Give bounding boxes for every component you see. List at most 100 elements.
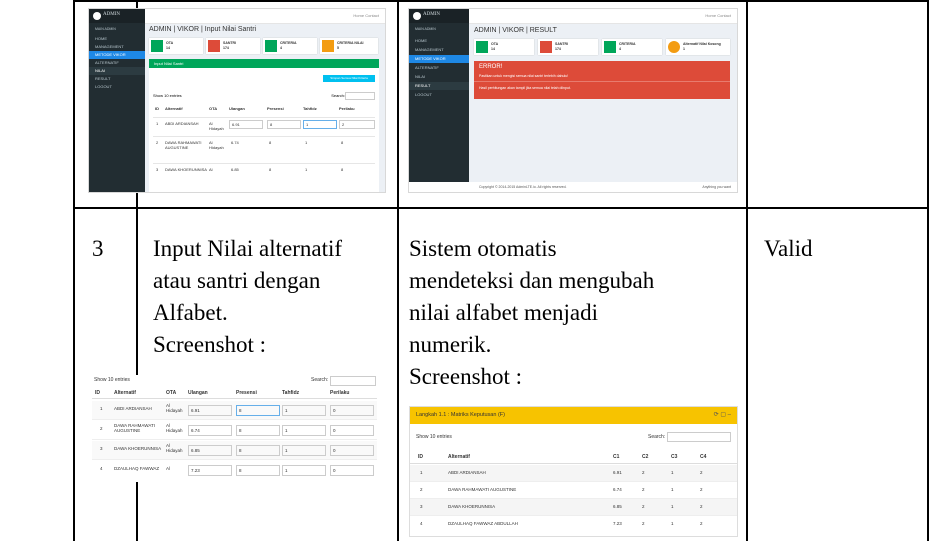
expected-line: numerik. (409, 332, 492, 357)
page-title: ADMIN | VIKOR | Input Nilai Santri (149, 26, 257, 33)
error-note: Hasil perhitungan akan tampil jika semua… (479, 86, 571, 90)
table-row: 1 ABDI ARDIANSAH 6.91 2 1 2 (410, 465, 737, 482)
search-label: Search: (311, 377, 329, 383)
sidebar-item-management[interactable]: MANAGEMENT (409, 46, 469, 54)
logo-text: ADMIN (103, 12, 120, 17)
table-row: 2 DAWA RAHMAWATI AUGUSTINE Al Hidayah 6.74… (153, 136, 375, 155)
error-title: ERROR! (479, 64, 503, 70)
top-navbar: Home Contact (469, 9, 737, 24)
info-box-ota: OTA 14 (474, 39, 534, 55)
info-box-santri: SANTRI 174 (206, 38, 260, 54)
search-input[interactable] (330, 376, 376, 386)
logo-text: ADMIN (423, 12, 440, 17)
table-row: 3 DAWA KHOERUNNISA 6.85 2 1 2 (410, 499, 737, 516)
info-box-empty-values: Alternatif Nilai Kosong 1 (666, 39, 730, 55)
expected-line: mendeteksi dan mengubah (409, 268, 655, 293)
result-status: Valid (764, 236, 813, 261)
sidebar-item-logout[interactable]: LOGOUT (409, 91, 469, 99)
table-row: 4 DZAULHAQ FAWWAZ Al 7.23 8 1 0 (92, 461, 377, 482)
test-case-line: Screenshot : (153, 332, 267, 357)
table-row: 3 DAWA KHOERUNNISA Al Hidayah 6.85 8 1 0 (92, 441, 377, 460)
save-all-button[interactable]: Simpan Semua Nilai Kriteria (323, 75, 375, 82)
sidebar-item-result[interactable]: RESULT (89, 75, 145, 83)
table-row: 2 DAWA RAHMAWATI AUGUSTINE Al Hidayah 6.74… (92, 421, 377, 440)
top-navbar: Home Contact (145, 9, 385, 24)
top-links[interactable]: Home Contact (353, 13, 379, 18)
test-case-line: Input Nilai alternatif (153, 236, 343, 261)
table-row: 3 DAWA KHOERUNNISA Al 6.85 8 1 8 (153, 163, 375, 182)
sidebar-item-nilai[interactable]: NILAI (409, 73, 469, 81)
error-message: Pastikan untuk mengisi semua nilai santr… (479, 74, 569, 78)
search-input[interactable] (667, 432, 731, 442)
screenshot-result-error: ADMIN MAIN ADMIN HOME MANAGEMENT METODE … (408, 8, 738, 193)
list-icon (604, 41, 616, 53)
table-row: 2 DAWA RAHMAWATI AUGUSTINE 6.74 2 1 2 (410, 482, 737, 499)
table-border-left (73, 0, 75, 541)
users-icon (208, 40, 220, 52)
logo-icon (93, 12, 101, 20)
sidebar-item-alternatif[interactable]: ALTERNATIF (89, 59, 145, 67)
matrix-header-bar: Langkah 1.1 : Matriks Keputusan (F) ⟳ ▢ … (410, 407, 737, 424)
list-icon (265, 40, 277, 52)
table-row: 1 ABDI ARDIANSAH Al Hidayah 6.91 8 1 0 (92, 401, 377, 420)
info-box-santri: SANTRI 174 (538, 39, 598, 55)
column-divider-2 (397, 0, 399, 541)
table-header: ID Alternatif OTA Ulangan Presensi Tahfidz Per… (155, 106, 355, 111)
users-icon (540, 41, 552, 53)
show-entries[interactable]: Show 10 entries (94, 377, 130, 383)
logo-icon (413, 12, 421, 20)
search-input[interactable] (345, 92, 375, 100)
sidebar: ADMIN MAIN ADMIN HOME MANAGEMENT METODE … (409, 9, 469, 192)
sidebar-item-vikor[interactable]: METODE VIKOR (89, 51, 145, 59)
panel-title: Input Nilai Santri (149, 59, 379, 68)
panel-tools-icon[interactable]: ⟳ ▢ – (714, 411, 731, 418)
minus-circle-icon (668, 41, 680, 53)
row-number: 3 (92, 236, 104, 261)
sidebar-item-vikor[interactable]: METODE VIKOR (409, 55, 469, 63)
search-label: Search: (648, 434, 666, 440)
expected-line: Screenshot : (409, 364, 523, 389)
sidebar-header: MAIN ADMIN (95, 27, 116, 31)
page-title: ADMIN | VIKOR | RESULT (474, 27, 557, 34)
sidebar-item-home[interactable]: HOME (409, 37, 469, 45)
expected-line: nilai alfabet menjadi (409, 300, 599, 325)
sort-icon (322, 40, 334, 52)
top-links[interactable]: Home Contact (705, 13, 731, 18)
home-icon (151, 40, 163, 52)
table-row: 4 DZAULHAQ FAWWAZ ABDULLAH 7.23 2 1 2 (420, 521, 703, 526)
info-box-criteria-nilai: CRITERIA NILAI 5 (320, 38, 378, 54)
info-box-ota: OTA 14 (149, 38, 203, 54)
info-box-criteria: CRITERIA 4 (263, 38, 317, 54)
sidebar-item-result[interactable]: RESULT (409, 82, 469, 90)
sidebar-item-logout[interactable]: LOGOUT (89, 83, 145, 91)
sidebar-item-home[interactable]: HOME (89, 35, 145, 43)
table-header: ID Alternatif C1 C2 C3 C4 (410, 450, 737, 464)
home-icon (476, 41, 488, 53)
column-divider-3 (746, 0, 748, 541)
search-label: Search: (331, 93, 345, 98)
footer: Copyright © 2014-2015 AdminLTE.io. All r… (409, 182, 737, 192)
sidebar-header: MAIN ADMIN (415, 27, 436, 31)
footer-copyright: Copyright © 2014-2015 AdminLTE.io. All r… (479, 185, 567, 189)
footer-right: Anything you want (702, 185, 731, 189)
screenshot-alphabet-input: Show 10 entries Search: ID Alternatif OTA U… (92, 375, 377, 482)
test-case-line: atau santri dengan (153, 268, 321, 293)
sidebar: ADMIN MAIN ADMIN HOME MANAGEMENT METODE … (89, 9, 145, 192)
show-entries[interactable]: Show 10 entries (153, 93, 182, 98)
table-row-divider (73, 207, 929, 209)
error-alert: ERROR! Pastikan untuk mengisi semua nila… (474, 61, 730, 99)
sidebar-item-alternatif[interactable]: ALTERNATIF (409, 64, 469, 72)
matrix-title: Langkah 1.1 : Matriks Keputusan (F) (416, 412, 505, 418)
expected-line: Sistem otomatis (409, 236, 557, 261)
screenshot-input-nilai: ADMIN MAIN ADMIN HOME MANAGEMENT METODE … (88, 8, 386, 193)
table-border-top (73, 0, 929, 2)
screenshot-decision-matrix: Langkah 1.1 : Matriks Keputusan (F) ⟳ ▢ … (409, 406, 738, 537)
table-header: ID Alternatif OTA Ulangan Presensi Tahfidz Per… (92, 388, 377, 399)
info-box-criteria: CRITERIA 4 (602, 39, 662, 55)
table-row: 1 ABDI ARDIANSAH Al Hidayah 6.91 8 1 2 (153, 117, 375, 136)
test-case-line: Alfabet. (153, 300, 228, 325)
sidebar-item-nilai[interactable]: NILAI (89, 67, 145, 75)
input-panel: Input Nilai Santri Simpan Semua Nilai Kr… (149, 59, 379, 192)
show-entries[interactable]: Show 10 entries (416, 434, 452, 440)
sidebar-item-management[interactable]: MANAGEMENT (89, 43, 145, 51)
